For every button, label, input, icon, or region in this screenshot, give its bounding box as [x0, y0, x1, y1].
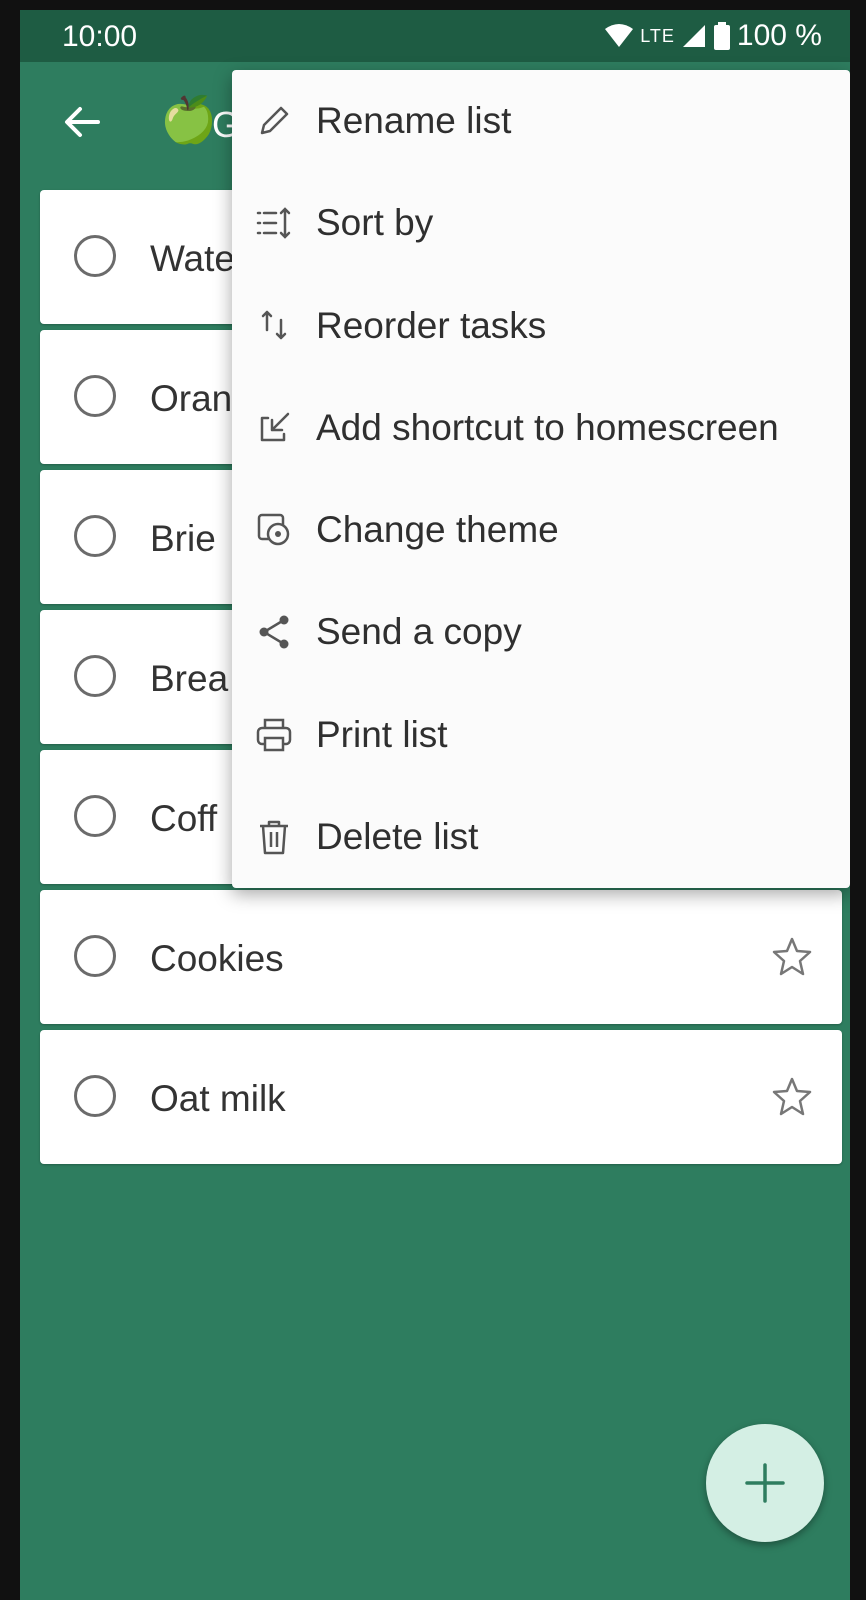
signal-icon	[682, 25, 705, 47]
status-bar: 10:00 LTE 100 %	[20, 10, 850, 62]
task-checkbox[interactable]	[74, 515, 116, 557]
share-icon	[259, 615, 289, 649]
task-item[interactable]: Cookies	[40, 890, 842, 1024]
back-arrow-icon[interactable]	[60, 100, 104, 144]
task-label: Coff	[150, 798, 218, 839]
task-checkbox[interactable]	[74, 235, 116, 277]
status-time: 10:00	[62, 20, 138, 53]
status-indicators: LTE 100 %	[604, 19, 822, 53]
network-label: LTE	[640, 25, 675, 46]
battery-label: 100 %	[736, 19, 822, 52]
menu-item-label: Send a copy	[316, 611, 522, 653]
task-label: Brie	[150, 518, 216, 559]
shortcut-icon	[260, 412, 290, 441]
task-label: Oat milk	[150, 1078, 286, 1119]
task-checkbox[interactable]	[74, 375, 116, 417]
wifi-icon	[605, 24, 634, 47]
task-label: Cookies	[150, 938, 284, 979]
star-icon[interactable]	[772, 936, 812, 976]
task-label: Oran	[150, 378, 233, 419]
task-label: Wate	[150, 238, 235, 279]
add-task-button[interactable]	[706, 1424, 824, 1542]
menu-item-label: Change theme	[316, 509, 559, 551]
task-checkbox[interactable]	[74, 795, 116, 837]
menu-item-delete-list[interactable]: Delete list	[232, 786, 850, 888]
plus-icon	[745, 1463, 785, 1503]
task-checkbox[interactable]	[74, 655, 116, 697]
list-emoji: 🍏	[160, 93, 218, 145]
menu-item-label: Sort by	[316, 202, 434, 244]
printer-icon	[256, 718, 292, 751]
menu-item-label: Add shortcut to homescreen	[316, 406, 779, 448]
task-checkbox[interactable]	[74, 1075, 116, 1117]
menu-item-change-theme[interactable]: Change theme	[232, 479, 850, 581]
menu-item-sort-by[interactable]: Sort by	[232, 172, 850, 274]
overflow-menu: Rename list Sort by Reorder tasks Add sh…	[232, 70, 850, 888]
task-checkbox[interactable]	[74, 935, 116, 977]
menu-item-label: Print list	[316, 713, 448, 755]
menu-item-add-shortcut[interactable]: Add shortcut to homescreen	[232, 377, 850, 479]
task-label: Brea	[150, 658, 229, 699]
menu-item-label: Reorder tasks	[316, 304, 547, 346]
star-icon[interactable]	[772, 1076, 812, 1116]
theme-icon	[257, 513, 290, 546]
menu-item-label: Delete list	[316, 815, 479, 857]
reorder-icon	[261, 310, 287, 339]
menu-item-reorder-tasks[interactable]: Reorder tasks	[232, 275, 850, 377]
phone-screen: 10:00 LTE 100 % 🍏 G Wate Oran Brie Brea …	[20, 10, 850, 1600]
trash-icon	[260, 820, 288, 854]
menu-item-rename-list[interactable]: Rename list	[232, 70, 850, 172]
menu-item-print-list[interactable]: Print list	[232, 684, 850, 786]
pencil-icon	[260, 106, 289, 135]
sort-icon	[256, 207, 291, 240]
menu-item-send-a-copy[interactable]: Send a copy	[232, 581, 850, 683]
menu-item-label: Rename list	[316, 100, 512, 142]
battery-icon	[713, 22, 730, 50]
task-item[interactable]: Oat milk	[40, 1030, 842, 1164]
